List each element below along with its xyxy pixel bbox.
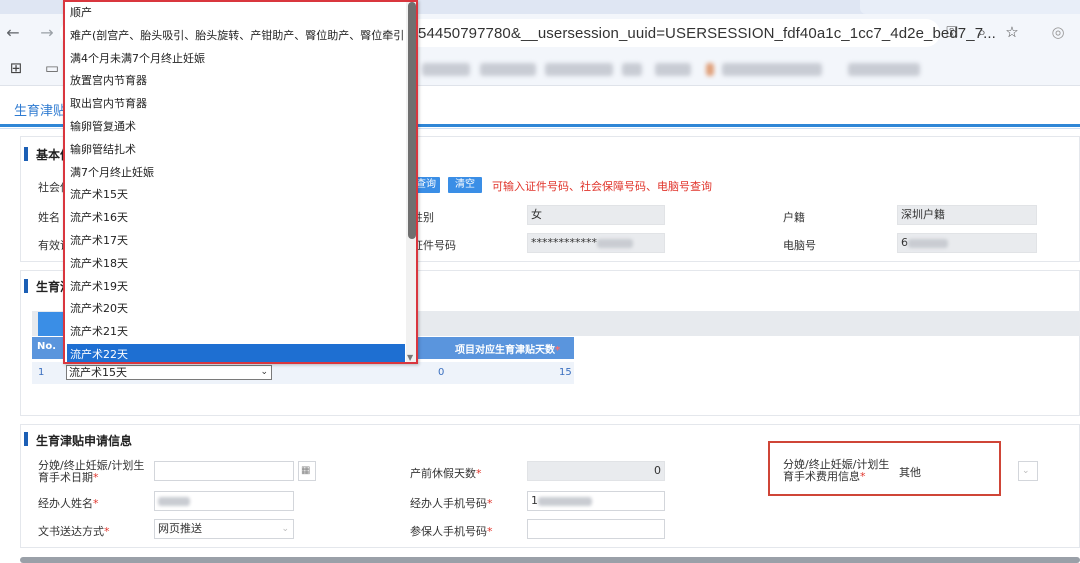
chevron-down-icon: ⌄ [281,524,289,534]
delivery-method-label: 文书送达方式* [38,525,110,538]
insured-phone-label: 参保人手机号码* [410,525,493,538]
prenatal-leave-label-text: 产前休假天数 [410,467,476,480]
bookmark-item[interactable] [706,63,714,76]
gender-field: 女 [527,205,665,225]
dropdown-option[interactable]: 输卵管复通术 [67,116,405,139]
extension-icon[interactable]: ◎ [1048,22,1068,42]
section-marker [24,279,28,293]
huji-field: 深圳户籍 [897,205,1037,225]
dropdown-options: 顺产 难产(剖宫产、胎头吸引、胎头旋转、产钳助产、臀位助产、臀位牵引) 满4个月未满… [67,2,405,362]
key-icon[interactable]: ⚿ [942,22,962,42]
row-days-value: 15 [559,367,572,378]
dropdown-option[interactable]: 取出宫内节育器 [67,93,405,116]
delivery-method-select[interactable]: 网页推送 ⌄ [154,519,294,539]
bookmark-item[interactable] [422,63,470,76]
dropdown-option[interactable]: 输卵管结扎术 [67,139,405,162]
chevron-down-icon[interactable]: ⌄ [1018,461,1038,481]
application-section-title: 生育津贴申请信息 [36,434,133,448]
browser-tab[interactable] [860,0,1080,14]
dropdown-option[interactable]: 顺产 [67,2,405,25]
redacted-text [597,238,633,248]
url-text[interactable]: 54450797780&__usersession_uuid=USERSESSI… [418,25,996,42]
section-marker [24,432,28,446]
delivery-method-value: 网页推送 [158,522,202,535]
agent-name-label: 经办人姓名* [38,497,99,510]
huji-label: 户籍 [783,211,805,224]
chevron-down-icon: ⌄ [260,367,268,377]
bookmark-item[interactable] [480,63,536,76]
redacted-text [538,496,592,506]
column-header-no: No. [37,341,57,352]
redacted-text [908,238,948,248]
delivery-method-label-text: 文书送达方式 [38,525,104,538]
bookmark-item[interactable] [655,63,691,76]
dropdown-option[interactable]: 满4个月未满7个月终止妊娠 [67,48,405,71]
scroll-down-arrow-icon[interactable]: ▼ [407,353,413,362]
agent-phone-input[interactable]: 1 [527,491,665,511]
search-hint: 可输入证件号码、社会保障号码、电脑号查询 [492,180,712,193]
id-number-field: ************ [527,233,665,253]
dropdown-option[interactable]: 流产术22天 [67,343,405,362]
prenatal-leave-field: 0 [527,461,665,481]
zoom-icon[interactable]: ⌕ [972,22,992,42]
column-header-days-label: 项目对应生育津贴天数 [455,345,555,356]
section-marker [24,147,28,161]
insured-phone-label-text: 参保人手机号码 [410,525,487,538]
row-number: 1 [38,367,45,378]
name-label: 姓名 [38,211,60,224]
bookmark-item[interactable] [848,63,920,76]
page-tab-title[interactable]: 生育津贴 [14,100,66,119]
surgery-date-input[interactable] [154,461,294,481]
project-select-value: 流产术15天 [69,366,127,379]
redacted-text [158,496,190,506]
surgery-date-label: 分娩/终止妊娠/计划生育手术日期* [38,459,145,484]
id-number-label: 证件号码 [412,239,456,252]
id-number-value: ************ [531,236,597,249]
insured-phone-input[interactable] [527,519,665,539]
pc-number-field: 6 [897,233,1037,253]
agent-name-label-text: 经办人姓名 [38,497,93,510]
bookmark-item[interactable] [622,63,642,76]
horizontal-scrollbar[interactable] [20,557,1080,563]
star-icon[interactable]: ☆ [1002,22,1022,42]
bookmark-item[interactable] [545,63,613,76]
dropdown-option[interactable]: 满7个月终止妊娠 [67,162,405,185]
dropdown-option[interactable]: 难产(剖宫产、胎头吸引、胎头旋转、产钳助产、臀位助产、臀位牵引) [67,25,405,48]
bookmark-item[interactable] [722,63,822,76]
agent-name-input[interactable] [154,491,294,511]
apps-icon[interactable]: ⊞ [6,58,26,78]
dropdown-option[interactable]: 流产术16天 [67,207,405,230]
table-tab-button[interactable] [38,312,66,336]
dropdown-option[interactable]: 流产术15天 [67,184,405,207]
folder-icon[interactable]: ▭ [42,58,62,78]
agent-phone-value: 1 [531,494,538,507]
project-dropdown-list[interactable]: 顺产 难产(剖宫产、胎头吸引、胎头旋转、产钳助产、臀位助产、臀位牵引) 满4个月未满… [63,0,418,364]
dropdown-option[interactable]: 流产术17天 [67,230,405,253]
prenatal-leave-label: 产前休假天数* [410,467,482,480]
dropdown-option[interactable]: 流产术18天 [67,253,405,276]
agent-phone-label: 经办人手机号码* [410,497,493,510]
calendar-icon[interactable]: ▦ [298,461,316,481]
clear-button[interactable]: 清空 [448,177,482,193]
surgery-date-label-text: 分娩/终止妊娠/计划生育手术日期 [38,459,145,484]
project-select[interactable]: 流产术15天 ⌄ [66,365,272,380]
pc-number-value: 6 [901,236,908,249]
highlight-annotation [768,441,1001,496]
agent-phone-label-text: 经办人手机号码 [410,497,487,510]
pc-number-label: 电脑号 [783,239,816,252]
row-col3-value: 0 [438,367,445,378]
dropdown-option[interactable]: 流产术21天 [67,321,405,344]
column-header-days: 项目对应生育津贴天数* [455,345,561,356]
dropdown-scrollbar-thumb[interactable] [408,2,416,239]
dropdown-option[interactable]: 流产术20天 [67,298,405,321]
dropdown-option[interactable]: 放置宫内节育器 [67,70,405,93]
back-icon[interactable]: ← [4,24,22,42]
forward-icon[interactable]: → [38,24,56,42]
dropdown-option[interactable]: 流产术19天 [67,276,405,299]
